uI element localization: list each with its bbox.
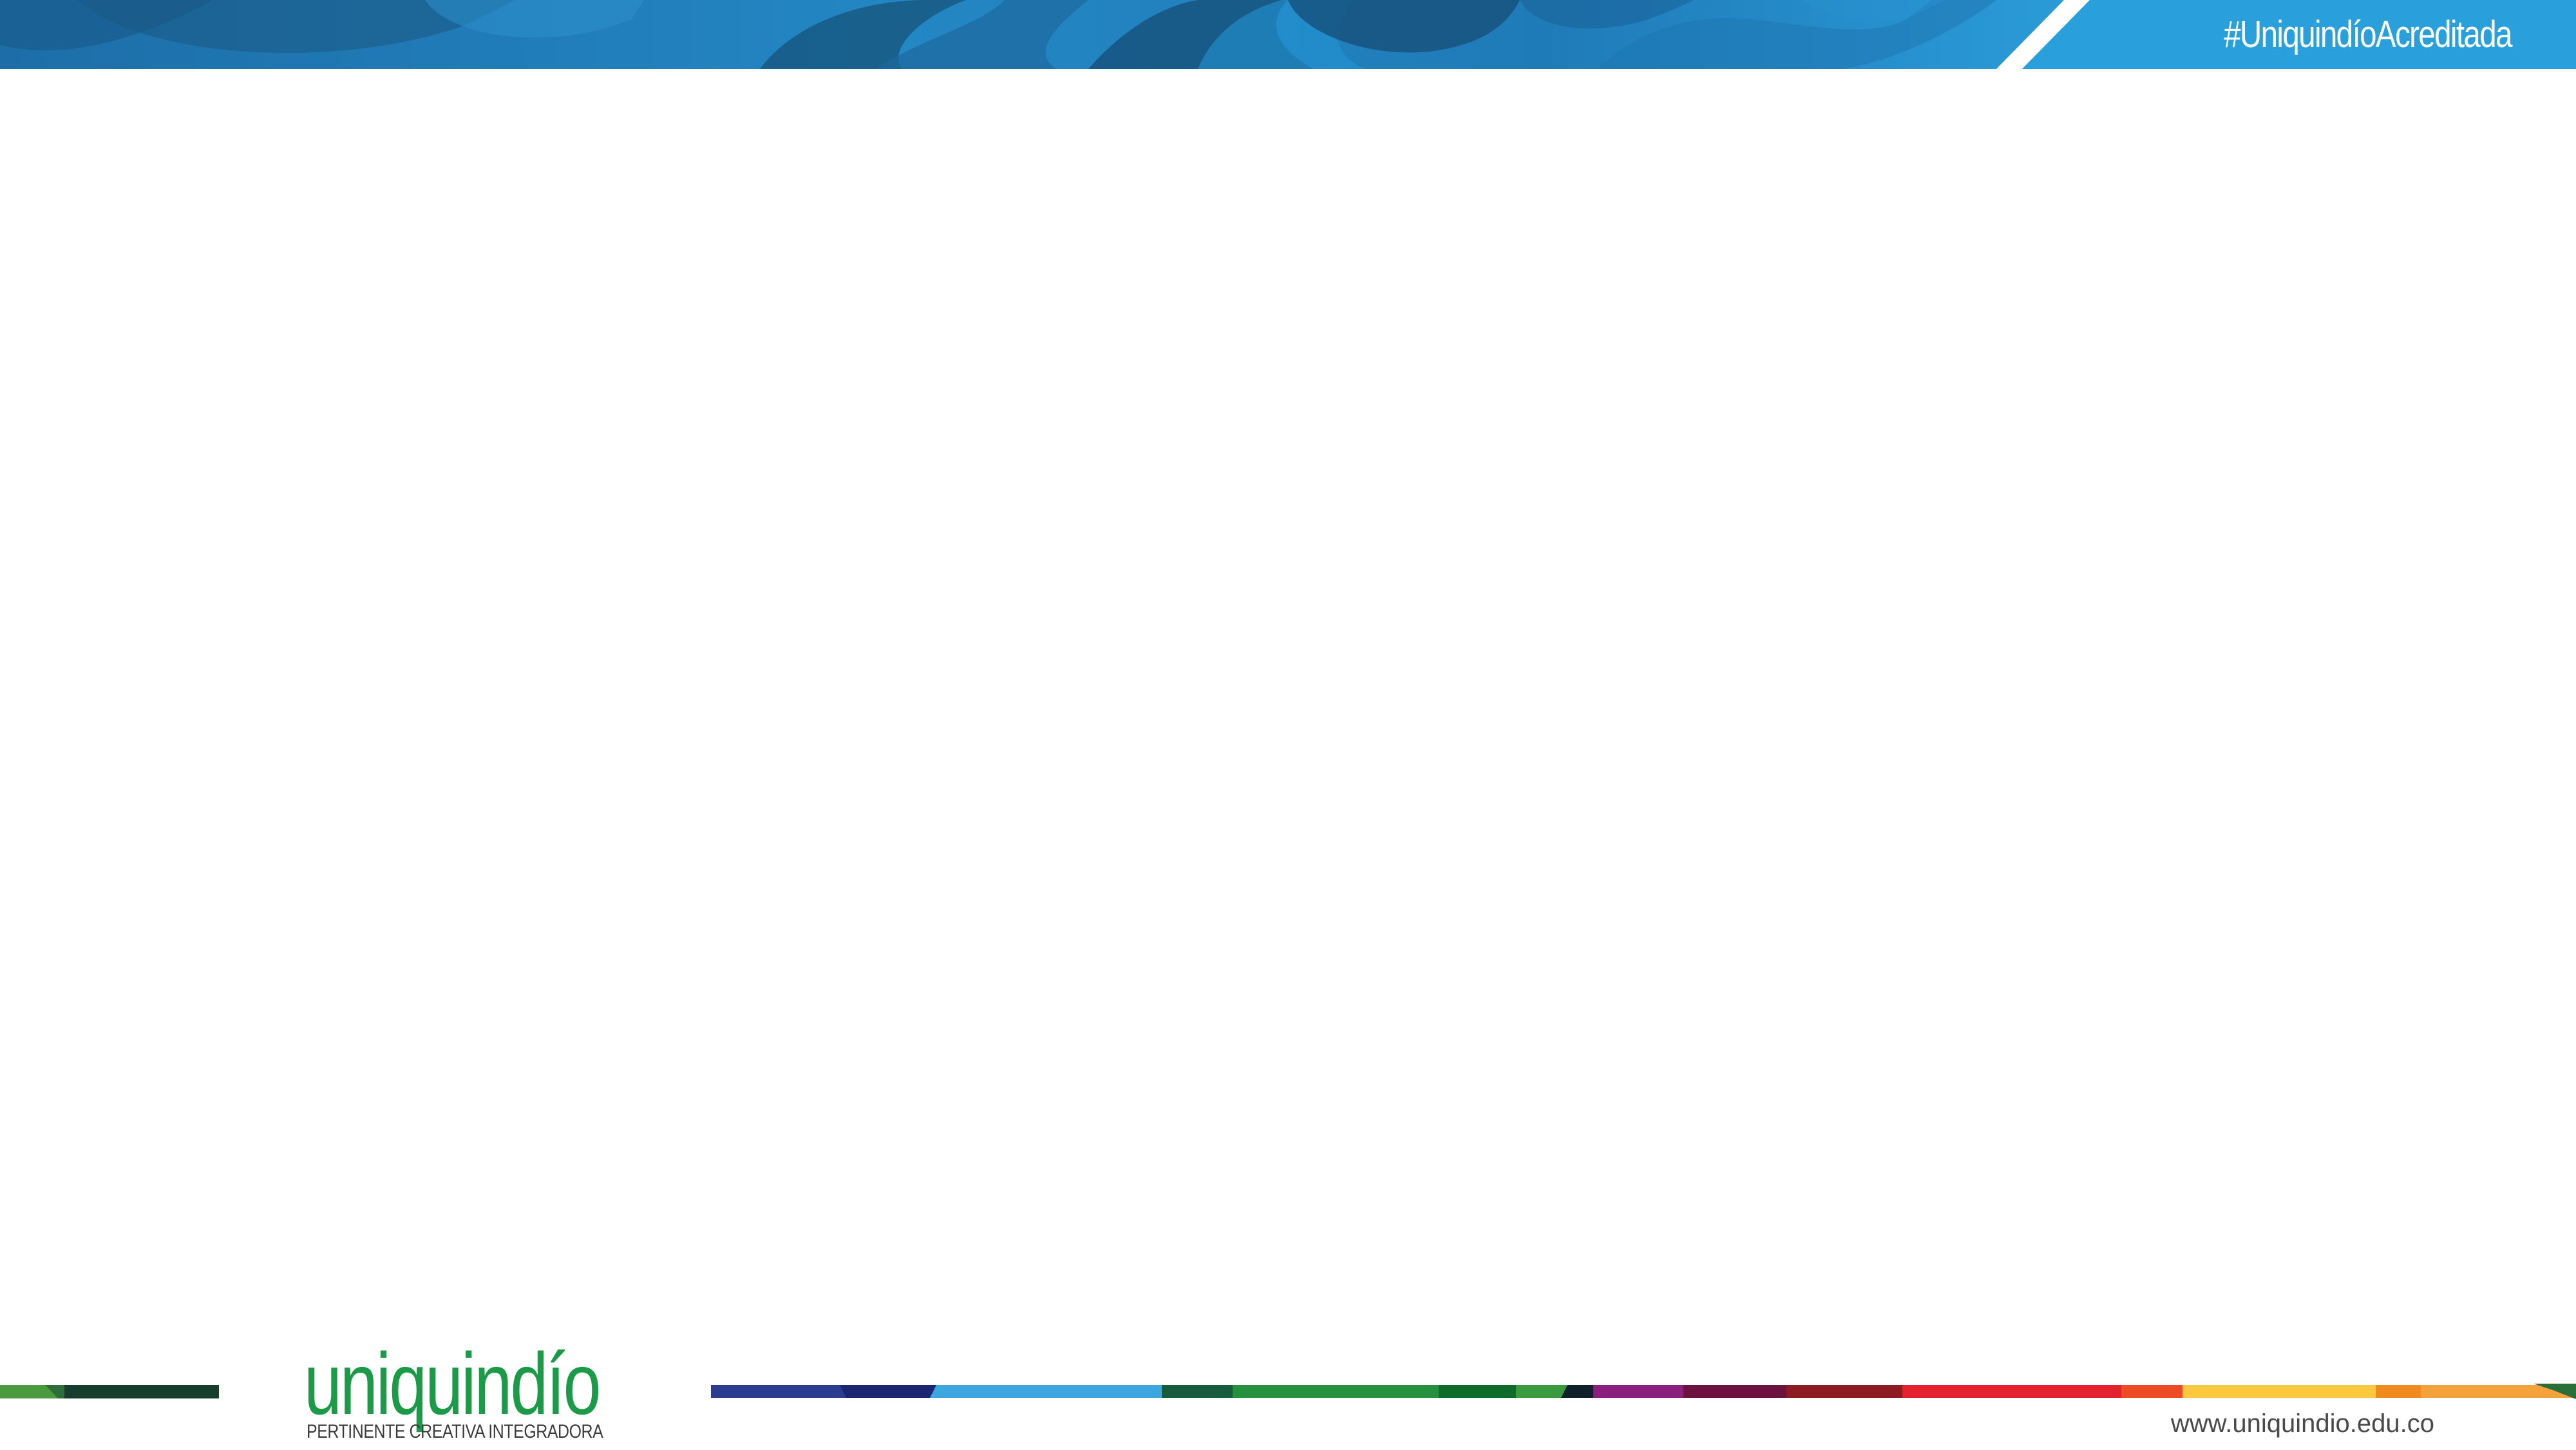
logo-tagline: PERTINENTE CREATIVA INTEGRADORA [307,1421,603,1442]
uniquindio-logo: uniquindío PERTINENTE CREATIVA INTEGRADO… [304,1340,613,1443]
footer-color-strip [711,1384,2576,1399]
website-url[interactable]: www.uniquindio.edu.co [2171,1407,2434,1440]
left-color-strip [0,1385,219,1398]
footer: uniquindío PERTINENTE CREATIVA INTEGRADO… [0,1340,2576,1450]
banner-background [0,0,2576,69]
logo-wordmark: uniquindío [304,1335,601,1433]
slide-template: #UniquindíoAcreditada uniquindío PERTINE… [0,0,2576,1450]
hashtag-text: #UniquindíoAcreditada [2224,14,2512,55]
top-banner: #UniquindíoAcreditada [0,0,2576,69]
